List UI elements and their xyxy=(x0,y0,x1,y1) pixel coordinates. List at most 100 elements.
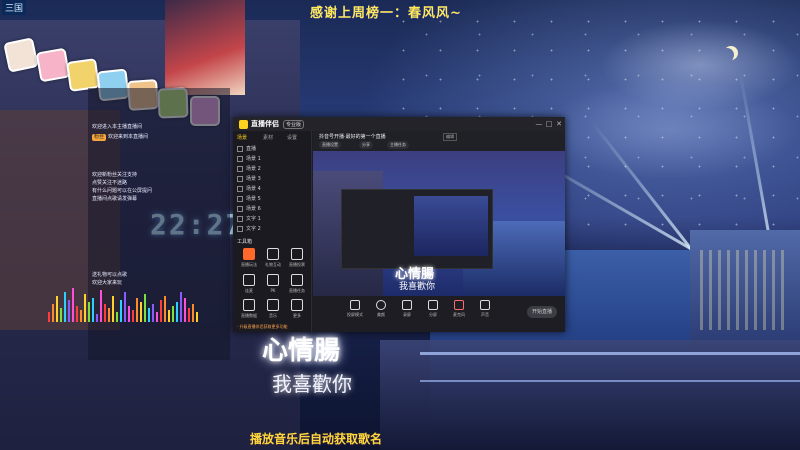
equalizer-bar xyxy=(76,306,78,322)
bottom-toolbar: 投屏模式 美颜 录屏 分屏 麦克风 声音 开始直播 xyxy=(313,296,565,332)
checkbox-icon[interactable] xyxy=(237,215,243,222)
cloud xyxy=(540,80,800,180)
tab-assets[interactable]: 素材 xyxy=(263,134,273,141)
tool-gift-interact[interactable]: 礼物互动 xyxy=(263,248,283,272)
wall-subtitle: 我喜歡你 xyxy=(272,372,352,396)
fire-icon xyxy=(243,248,255,260)
screencast-button[interactable]: 投屏模式 xyxy=(343,300,367,318)
scene-row[interactable]: 场景 3 xyxy=(237,174,307,184)
nested-preview xyxy=(414,196,488,256)
equalizer-bar xyxy=(56,296,58,322)
host-task-button[interactable]: 主播任务 xyxy=(387,141,409,149)
chat-line: 送礼物可以点歌 xyxy=(92,272,128,278)
chat-line: 有什么问题可以在公屏提问 xyxy=(92,188,153,194)
scene-row[interactable]: 场景 4 xyxy=(237,184,307,194)
tool-task[interactable]: 直播任务 xyxy=(287,274,307,298)
equalizer-bar xyxy=(140,302,142,322)
camera-icon xyxy=(402,300,412,310)
go-live-button[interactable]: 开始直播 xyxy=(527,306,557,318)
checkbox-icon[interactable] xyxy=(237,145,243,152)
equalizer-bar xyxy=(164,296,166,322)
speaker-button[interactable]: 声音 xyxy=(473,300,497,318)
equalizer-bar xyxy=(100,290,102,322)
tool-co-host[interactable]: 连麦 xyxy=(239,274,259,298)
version-badge: 专业版 xyxy=(283,120,305,129)
stream-title: 抖音号开播·最好的第一个直播 xyxy=(319,134,386,140)
equalizer-bar xyxy=(84,294,86,322)
equalizer-bar xyxy=(88,302,90,322)
scene-row[interactable]: 文字 2 xyxy=(237,224,307,234)
stream-settings-button[interactable]: 直播设置 xyxy=(319,141,341,149)
equalizer-bar xyxy=(92,298,94,322)
equalizer-bar xyxy=(68,300,70,322)
beauty-icon xyxy=(376,300,386,310)
wall-title: 心情腸 xyxy=(262,336,341,366)
checkbox-icon[interactable] xyxy=(237,195,243,202)
close-button[interactable]: ✕ xyxy=(555,120,563,128)
equalizer-bar xyxy=(184,298,186,322)
tab-settings[interactable]: 设置 xyxy=(287,134,297,141)
beauty-button[interactable]: 美颜 xyxy=(369,300,393,318)
record-button[interactable]: 录屏 xyxy=(395,300,419,318)
share-button[interactable]: 分享 xyxy=(359,141,373,149)
chat-line: 直播间点歌请发弹幕 xyxy=(92,196,138,202)
chat-line: 欢迎进入本主播直播间 xyxy=(92,124,143,130)
sidebar: 场景 素材 设置 直播 场景 1 场景 2 场景 3 场景 4 场景 5 场景 … xyxy=(233,131,312,332)
stream-preview[interactable]: 心情腸 我喜歡你 xyxy=(313,151,565,296)
speaker-icon xyxy=(480,300,490,310)
equalizer-bar xyxy=(188,308,190,322)
chat-line: 粉丝 欢迎来到本直播间 xyxy=(92,134,149,141)
minimize-button[interactable]: — xyxy=(535,120,543,128)
equalizer-bar xyxy=(148,308,150,322)
split-screen-button[interactable]: 分屏 xyxy=(421,300,445,318)
tab-scenes[interactable]: 场景 xyxy=(237,134,247,141)
equalizer-bar xyxy=(180,292,182,322)
tool-more[interactable]: 更多 xyxy=(287,299,307,323)
checkbox-icon[interactable] xyxy=(237,165,243,172)
checkbox-icon[interactable] xyxy=(237,225,243,232)
equalizer-bar xyxy=(72,288,74,322)
checkbox-icon[interactable] xyxy=(237,185,243,192)
tool-pk[interactable]: PK xyxy=(263,274,283,298)
pk-icon xyxy=(267,274,279,286)
railing xyxy=(420,352,800,355)
upgrade-link[interactable]: · 升级直播伴侣获取更多功能 xyxy=(237,324,307,330)
microphone-button[interactable]: 麦克风 xyxy=(447,300,471,318)
checkbox-icon[interactable] xyxy=(237,205,243,212)
window-titlebar[interactable]: 直播伴侣 专业版 — □ ✕ xyxy=(233,117,565,131)
equalizer-bar xyxy=(156,312,158,322)
app-name: 直播伴侣 xyxy=(251,120,279,128)
equalizer-bar xyxy=(176,302,178,322)
equalizer-bar xyxy=(120,300,122,322)
anime-poster xyxy=(165,0,245,95)
layout-icon xyxy=(428,300,438,310)
app-logo-icon xyxy=(239,120,248,129)
equalizer-bar xyxy=(160,300,162,322)
tool-data[interactable]: 直播数据 xyxy=(239,299,259,323)
equalizer-bar xyxy=(132,310,134,322)
equalizer-bar xyxy=(108,308,110,322)
stream-header: 抖音号开播·最好的第一个直播 编辑 直播设置 分享 主播任务 xyxy=(313,131,565,151)
scene-row[interactable]: 直播 xyxy=(237,144,307,154)
equalizer-bar xyxy=(52,304,54,322)
tool-music[interactable]: 音乐 xyxy=(263,299,283,323)
screen-icon xyxy=(350,300,360,310)
equalizer-bar xyxy=(64,292,66,322)
scene-row[interactable]: 场景 5 xyxy=(237,194,307,204)
audio-equalizer xyxy=(48,286,198,322)
city-lights xyxy=(700,250,790,330)
equalizer-bar xyxy=(60,308,62,322)
edit-button[interactable]: 编辑 xyxy=(443,133,457,141)
scene-row[interactable]: 文字 1 xyxy=(237,214,307,224)
maximize-button[interactable]: □ xyxy=(545,120,553,128)
tool-vote[interactable]: 直播投票 xyxy=(287,248,307,272)
checkbox-icon[interactable] xyxy=(237,175,243,182)
tool-live-play[interactable]: 直播玩法 xyxy=(239,248,259,272)
equalizer-bar xyxy=(168,310,170,322)
checkbox-icon[interactable] xyxy=(237,155,243,162)
scene-row[interactable]: 场景 6 xyxy=(237,204,307,214)
task-icon xyxy=(291,274,303,286)
scene-row[interactable]: 场景 2 xyxy=(237,164,307,174)
scene-row[interactable]: 场景 1 xyxy=(237,154,307,164)
music-icon xyxy=(267,299,279,311)
